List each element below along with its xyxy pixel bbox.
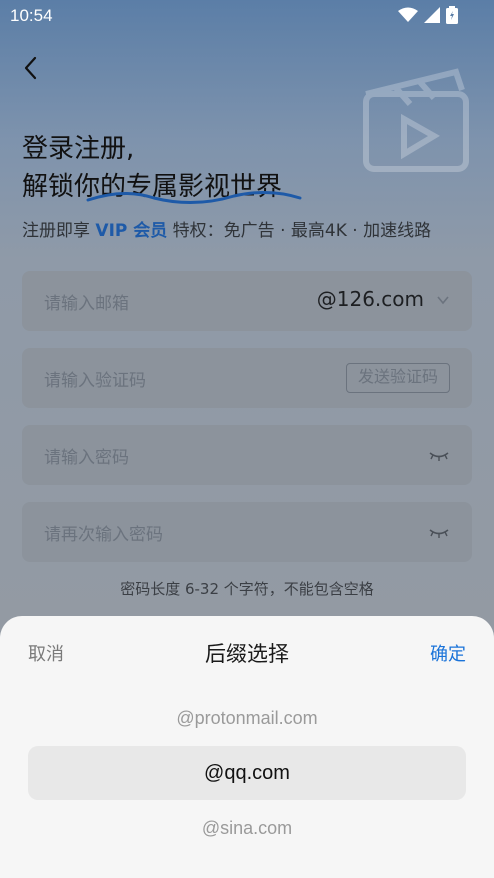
confirm-password-field[interactable]: 请再次输入密码: [22, 502, 472, 562]
subtitle-prefix: 注册即享: [22, 221, 96, 241]
email-placeholder: 请输入邮箱: [44, 294, 129, 314]
eye-closed-icon[interactable]: [428, 524, 450, 540]
battery-icon: [446, 6, 458, 24]
chevron-down-icon[interactable]: [436, 293, 450, 307]
suffix-option[interactable]: @protonmail.com: [28, 708, 466, 729]
subtitle-suffix: 特权：免广告 · 最高4K · 加速线路: [167, 221, 432, 241]
wifi-icon: [398, 7, 418, 22]
suffix-bottom-sheet: 取消 后缀选择 确定 @protonmail.com @qq.com @sina…: [0, 616, 494, 878]
title-underline-wave: [86, 190, 302, 204]
code-field[interactable]: 请输入验证码 发送验证码: [22, 348, 472, 408]
cellular-icon: [424, 7, 440, 23]
email-field[interactable]: 请输入邮箱 @126.com: [22, 271, 472, 331]
clapperboard-icon: [363, 68, 469, 172]
suffix-option-selected[interactable]: @qq.com: [28, 746, 466, 800]
status-icons: [398, 6, 458, 24]
signup-screen: 10:54 登录注册, 解锁你的专属影视世界 注册即享 VIP 会员 特权：免广…: [0, 0, 494, 878]
page-title-line1: 登录注册,: [22, 134, 135, 164]
sheet-title: 后缀选择: [205, 642, 289, 666]
vip-label: VIP 会员: [95, 221, 168, 241]
eye-closed-icon[interactable]: [428, 447, 450, 463]
signup-subtitle: 注册即享 VIP 会员 特权：免广告 · 最高4K · 加速线路: [22, 216, 431, 241]
back-arrow-icon[interactable]: [18, 54, 46, 82]
suffix-option[interactable]: @sina.com: [28, 818, 466, 839]
confirm-button[interactable]: 确定: [430, 640, 466, 666]
password-field[interactable]: 请输入密码: [22, 425, 472, 485]
password-hint: 密码长度 6-32 个字符，不能包含空格: [120, 580, 374, 598]
confirm-password-placeholder: 请再次输入密码: [44, 525, 163, 545]
status-bar: 10:54: [0, 0, 494, 34]
password-placeholder: 请输入密码: [44, 448, 129, 468]
email-suffix-select[interactable]: @126.com: [317, 287, 424, 311]
status-time: 10:54: [10, 6, 53, 25]
send-code-button[interactable]: 发送验证码: [346, 363, 450, 393]
code-placeholder: 请输入验证码: [44, 371, 146, 391]
